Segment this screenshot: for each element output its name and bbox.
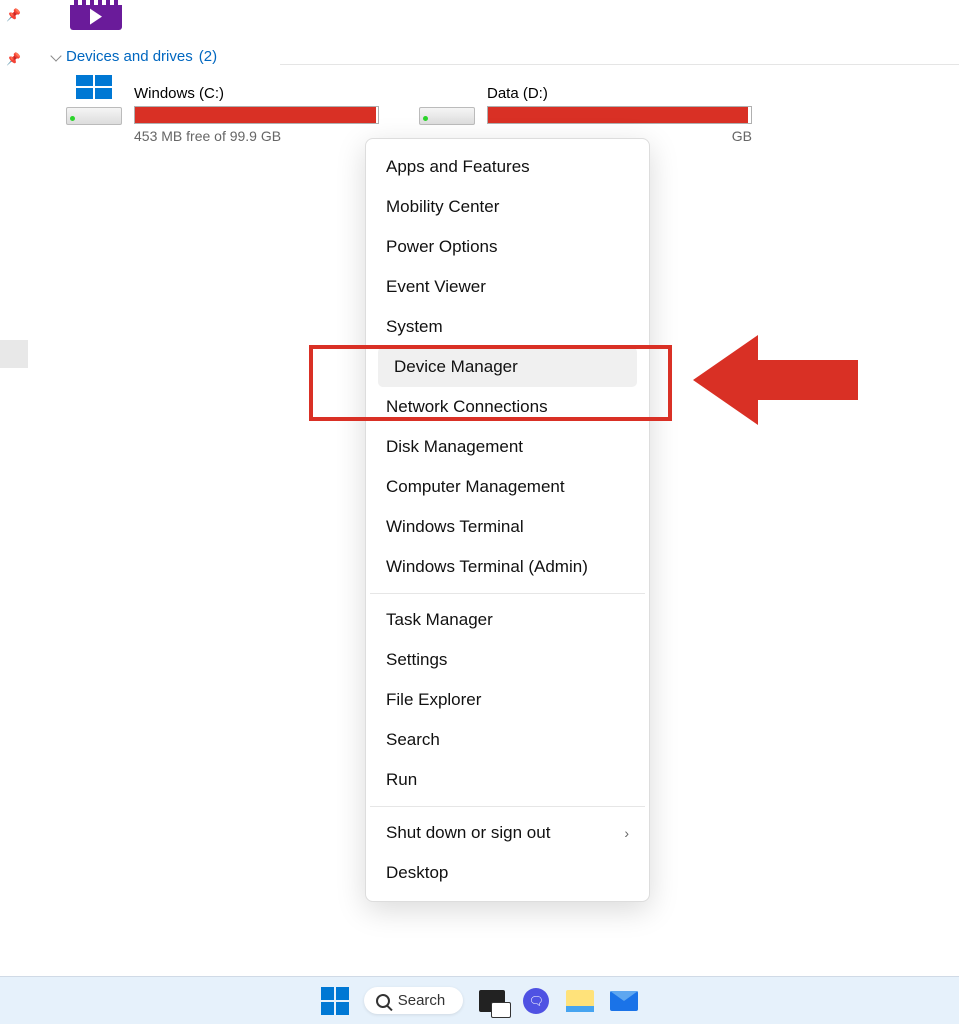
chevron-down-icon (50, 52, 60, 62)
drive-icon (66, 85, 122, 125)
section-header-devices[interactable]: Devices and drives (2) (40, 44, 959, 69)
explorer-main: Devices and drives (2) Windows (C:) 453 … (40, 0, 959, 144)
task-view-button[interactable] (477, 986, 507, 1016)
section-count: (2) (199, 48, 217, 65)
drive-usage-bar (134, 106, 379, 124)
drive-free-text: 453 MB free of 99.9 GB (134, 128, 379, 144)
sidebar-selected-item[interactable] (0, 340, 28, 368)
chevron-right-icon: › (624, 825, 629, 841)
mail-button[interactable] (609, 986, 639, 1016)
videos-folder-icon[interactable] (70, 0, 122, 30)
pin-icon: 📌 (6, 8, 26, 22)
taskbar: Search 🗨 (0, 976, 959, 1024)
menu-search[interactable]: Search (370, 720, 645, 760)
drive-label: Windows (C:) (134, 85, 379, 102)
menu-divider (370, 593, 645, 594)
menu-desktop[interactable]: Desktop (370, 853, 645, 893)
section-divider (280, 64, 959, 65)
menu-run[interactable]: Run (370, 760, 645, 800)
pin-icon: 📌 (6, 52, 26, 66)
winx-context-menu: Apps and Features Mobility Center Power … (365, 138, 650, 902)
search-label: Search (398, 992, 446, 1009)
menu-windows-terminal-admin[interactable]: Windows Terminal (Admin) (370, 547, 645, 587)
menu-shutdown-signout[interactable]: Shut down or sign out › (370, 813, 645, 853)
drive-d[interactable]: Data (D:) GB (419, 85, 752, 144)
menu-apps-and-features[interactable]: Apps and Features (370, 147, 645, 187)
menu-system[interactable]: System (370, 307, 645, 347)
menu-windows-terminal[interactable]: Windows Terminal (370, 507, 645, 547)
menu-network-connections[interactable]: Network Connections (370, 387, 645, 427)
menu-computer-management[interactable]: Computer Management (370, 467, 645, 507)
drive-usage-bar (487, 106, 752, 124)
menu-task-manager[interactable]: Task Manager (370, 600, 645, 640)
taskbar-search[interactable]: Search (364, 987, 464, 1014)
menu-mobility-center[interactable]: Mobility Center (370, 187, 645, 227)
menu-device-manager[interactable]: Device Manager (378, 347, 637, 387)
sidebar-strip: 📌 📌 (0, 0, 32, 960)
menu-settings[interactable]: Settings (370, 640, 645, 680)
menu-file-explorer[interactable]: File Explorer (370, 680, 645, 720)
drives-container: Windows (C:) 453 MB free of 99.9 GB Data… (40, 69, 959, 144)
file-explorer-button[interactable] (565, 986, 595, 1016)
drive-c[interactable]: Windows (C:) 453 MB free of 99.9 GB (66, 85, 379, 144)
section-title: Devices and drives (66, 48, 193, 65)
search-icon (376, 994, 390, 1008)
start-button[interactable] (320, 986, 350, 1016)
annotation-arrow-icon (693, 325, 858, 435)
chat-button[interactable]: 🗨 (521, 986, 551, 1016)
menu-power-options[interactable]: Power Options (370, 227, 645, 267)
menu-event-viewer[interactable]: Event Viewer (370, 267, 645, 307)
menu-divider (370, 806, 645, 807)
menu-disk-management[interactable]: Disk Management (370, 427, 645, 467)
drive-icon (419, 85, 475, 125)
drive-label: Data (D:) (487, 85, 752, 102)
